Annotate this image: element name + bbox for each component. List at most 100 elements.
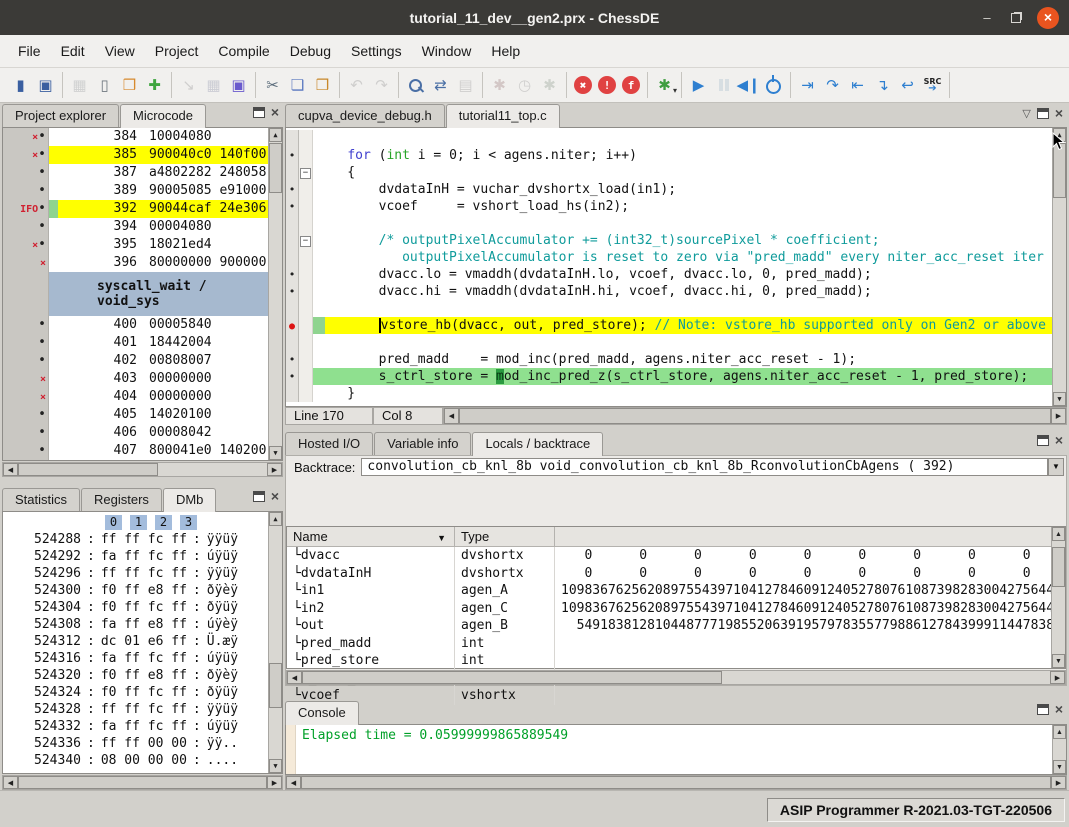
horizontal-scrollbar[interactable]: ◀ ▶ — [2, 462, 283, 477]
fold-gutter[interactable] — [299, 232, 313, 249]
horizontal-scrollbar[interactable]: ◀ ▶ — [443, 407, 1067, 425]
breakpoint-gutter[interactable] — [286, 164, 299, 181]
float-panel-icon[interactable] — [253, 107, 265, 118]
microcode-list[interactable]: ×• 38410004080 ×• 385900040c0 140f00 • 3… — [2, 127, 283, 461]
vertical-scrollbar[interactable]: ▲ ▼ — [1052, 725, 1066, 774]
microcode-row[interactable]: • 40514020100 — [3, 406, 268, 424]
debug-icon[interactable]: ✱ — [652, 73, 677, 97]
microcode-row[interactable]: ×• 39518021ed4 — [3, 236, 268, 254]
fold-gutter[interactable] — [299, 130, 313, 147]
variable-row[interactable]: └pred_store int — [287, 652, 1051, 670]
memory-row[interactable]: 524332 : fa ff fc ff : úÿüÿ — [3, 718, 268, 735]
memory-row[interactable]: 524316 : fa ff fc ff : úÿüÿ — [3, 650, 268, 667]
fold-gutter[interactable] — [299, 317, 313, 334]
close-panel-icon[interactable]: × — [271, 491, 279, 502]
breakpoint-gutter[interactable] — [286, 215, 299, 232]
run-to-line-icon[interactable]: ↴ — [870, 73, 895, 97]
breakpoint-gutter[interactable] — [286, 317, 299, 334]
close-button[interactable]: × — [1037, 7, 1059, 29]
fold-gutter[interactable] — [299, 164, 313, 181]
menu-item[interactable]: Window — [412, 37, 482, 65]
menu-item[interactable]: File — [8, 37, 51, 65]
horizontal-scrollbar[interactable]: ◀ ▶ — [286, 670, 1066, 685]
menu-item[interactable]: Help — [481, 37, 530, 65]
menu-item[interactable]: Debug — [280, 37, 341, 65]
breakpoint-gutter[interactable] — [286, 249, 299, 266]
add-item-icon[interactable]: ✚ — [142, 73, 167, 97]
form-view-icon[interactable]: ▤ — [453, 73, 478, 97]
microcode-row[interactable]: IFO• 39290044caf 24e306 — [3, 200, 268, 218]
redo-icon[interactable]: ↷ — [369, 73, 394, 97]
tab[interactable]: Microcode — [120, 104, 206, 128]
float-panel-icon[interactable] — [253, 491, 265, 502]
import-icon[interactable]: ↘ — [176, 73, 201, 97]
breakpoint-gutter[interactable] — [286, 130, 299, 147]
microcode-book-icon[interactable]: ▮ — [8, 73, 33, 97]
float-panel-icon[interactable] — [1037, 435, 1049, 446]
src-mode-icon[interactable]: SRC — [920, 73, 945, 97]
console-output[interactable]: Elapsed time = 0.05999999865889549 ▲ ▼ — [285, 724, 1067, 775]
breakpoint-gutter[interactable] — [286, 351, 299, 368]
close-panel-icon[interactable]: × — [1055, 435, 1063, 446]
breakpoint-gutter[interactable] — [286, 266, 299, 283]
profile-clock-icon[interactable]: ◷ — [512, 73, 537, 97]
undo-icon[interactable]: ↶ — [344, 73, 369, 97]
breakpoint-gutter[interactable] — [286, 368, 299, 385]
variable-row[interactable]: └dvacc dvshortx 0 0 0 0 0 0 0 0 0 0 0 0 … — [287, 547, 1051, 565]
memory-row[interactable]: 524296 : ff ff fc ff : ÿÿüÿ — [3, 565, 268, 582]
tab[interactable]: Variable info — [374, 432, 471, 455]
backtrace-dropdown-icon[interactable]: ▼ — [1048, 458, 1064, 476]
cut-icon[interactable]: ✂ — [260, 73, 285, 97]
microcode-row[interactable]: × 40300000000 — [3, 370, 268, 388]
variable-row[interactable]: └in1 agen_A 1098367625620897554397104127… — [287, 582, 1051, 600]
memory-row[interactable]: 524304 : f0 ff fc ff : ðÿüÿ — [3, 599, 268, 616]
open-file-icon[interactable]: ❒ — [117, 73, 142, 97]
memory-row[interactable]: 524300 : f0 ff e8 ff : ðÿèÿ — [3, 582, 268, 599]
backtrace-combo[interactable]: convolution_cb_knl_8b void_convolution_c… — [361, 458, 1048, 476]
close-panel-icon[interactable]: × — [1055, 108, 1063, 119]
tab-list-icon[interactable]: ▽ — [1022, 107, 1030, 120]
variable-row[interactable]: └in2 agen_C 1098367625620897554397104127… — [287, 600, 1051, 618]
microcode-row[interactable]: ×• 38410004080 — [3, 128, 268, 146]
fold-gutter[interactable] — [299, 300, 313, 317]
new-file-icon[interactable]: ▯ — [92, 73, 117, 97]
column-header-values[interactable] — [555, 527, 1065, 546]
microcode-row[interactable]: • 40600008042 — [3, 424, 268, 442]
microcode-row[interactable]: • 40200808007 — [3, 352, 268, 370]
power-icon[interactable] — [761, 73, 786, 97]
variable-row[interactable]: └dvdataInH dvshortx 0 0 0 0 0 0 0 0 0 0 … — [287, 565, 1051, 583]
compile-icon[interactable]: ✱ — [487, 73, 512, 97]
vertical-scrollbar[interactable]: ▲ ▼ — [1052, 128, 1066, 406]
close-panel-icon[interactable]: × — [271, 107, 279, 118]
editor-tab[interactable]: cupva_device_debug.h — [285, 104, 445, 127]
run-icon[interactable]: ▶ — [686, 73, 711, 97]
fold-gutter[interactable] — [299, 266, 313, 283]
vertical-scrollbar[interactable]: ▲ ▼ — [268, 512, 282, 773]
rebuild-icon[interactable]: ✱ — [537, 73, 562, 97]
menu-item[interactable]: View — [95, 37, 145, 65]
memory-dump[interactable]: 0123 524288 : ff ff fc ff : ÿÿüÿ 524292 … — [2, 511, 283, 774]
vertical-scrollbar[interactable]: ▲ ▼ — [268, 128, 282, 460]
breakpoint-gutter[interactable] — [286, 385, 299, 402]
menu-item[interactable]: Edit — [51, 37, 95, 65]
microcode-row[interactable]: × 39680000000 900000 — [3, 254, 268, 272]
minimize-button[interactable]: – — [979, 10, 995, 25]
memory-row[interactable]: 524288 : ff ff fc ff : ÿÿüÿ — [3, 531, 268, 548]
memory-row[interactable]: 524292 : fa ff fc ff : úÿüÿ — [3, 548, 268, 565]
step-over-icon[interactable]: ↷ — [820, 73, 845, 97]
close-panel-icon[interactable]: × — [1055, 704, 1063, 715]
restore-button[interactable] — [1011, 13, 1021, 23]
pause-icon[interactable] — [711, 73, 736, 97]
variable-row[interactable]: └out agen_B 5491838128104487771985520639… — [287, 617, 1051, 635]
microcode-row[interactable]: • 407800041e0 140200 — [3, 442, 268, 460]
fold-gutter[interactable] — [299, 249, 313, 266]
memory-row[interactable]: 524312 : dc 01 e6 ff : Ü.æÿ — [3, 633, 268, 650]
tab[interactable]: Locals / backtrace — [472, 432, 603, 456]
memory-row[interactable]: 524308 : fa ff e8 ff : úÿèÿ — [3, 616, 268, 633]
fold-gutter[interactable] — [299, 334, 313, 351]
microcode-row[interactable]: ×• 385900040c0 140f00 — [3, 146, 268, 164]
restart-icon[interactable]: ◀❙ — [736, 73, 761, 97]
tab[interactable]: Hosted I/O — [285, 432, 373, 455]
memory-row[interactable]: 524340 : 08 00 00 00 : .... — [3, 752, 268, 769]
microcode-row[interactable]: • 40000005840 — [3, 316, 268, 334]
